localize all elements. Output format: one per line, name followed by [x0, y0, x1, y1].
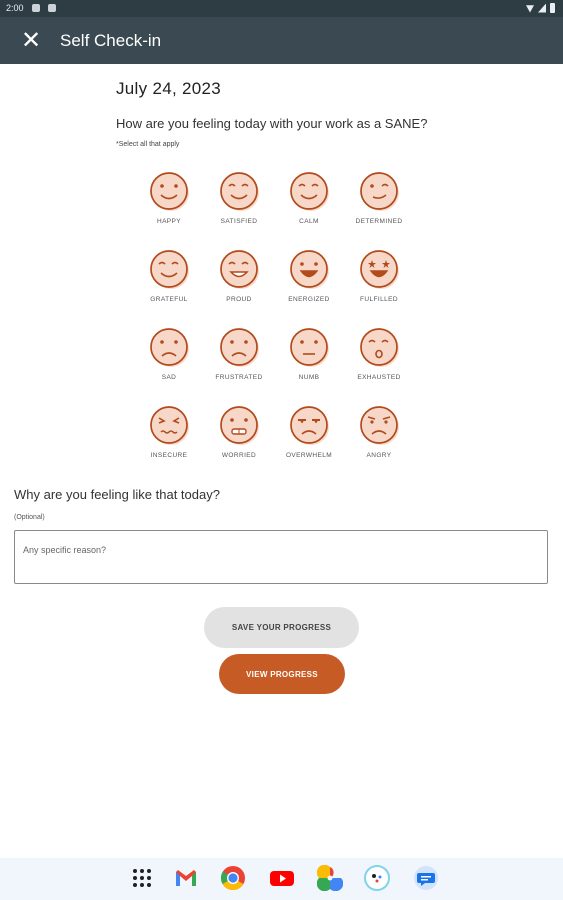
- frustrated-face-icon: [218, 326, 260, 368]
- emotion-label: DETERMINED: [355, 218, 403, 225]
- emotion-label: FRUSTRATED: [215, 374, 263, 381]
- emotion-label: INSECURE: [150, 452, 188, 459]
- emotion-energized[interactable]: ENERGIZED: [274, 248, 344, 326]
- select-hint: *Select all that apply: [116, 141, 180, 148]
- emotion-label: ANGRY: [366, 452, 392, 459]
- emotion-proud[interactable]: PROUD: [204, 248, 274, 326]
- emotion-satisfied[interactable]: SATISFIED: [204, 170, 274, 248]
- feeling-question: How are you feeling today with your work…: [116, 116, 428, 131]
- optional-label: (Optional): [14, 514, 45, 521]
- status-right: [526, 3, 555, 13]
- emotion-label: ENERGIZED: [288, 296, 330, 303]
- emotion-label: GRATEFUL: [150, 296, 188, 303]
- proud-face-icon: [218, 248, 260, 290]
- wifi-icon: [526, 5, 534, 13]
- emotion-label: SAD: [161, 374, 177, 381]
- emotion-happy[interactable]: HAPPY: [134, 170, 204, 248]
- exhausted-face-icon: [358, 326, 400, 368]
- emotion-worried[interactable]: WORRIED: [204, 404, 274, 482]
- satisfied-face-icon: [218, 170, 260, 212]
- view-progress-button[interactable]: VIEW PROGRESS: [219, 654, 345, 694]
- numb-face-icon: [288, 326, 330, 368]
- emotion-label: FULFILLED: [360, 296, 398, 303]
- emotion-overwhelm[interactable]: OVERWHELM: [274, 404, 344, 482]
- emotion-label: OVERWHELM: [285, 452, 333, 459]
- emotion-sad[interactable]: SAD: [134, 326, 204, 404]
- assistant-icon[interactable]: [364, 865, 390, 891]
- angry-face-icon: [358, 404, 400, 446]
- grateful-face-icon: [148, 248, 190, 290]
- taskbar-dock: [0, 858, 563, 900]
- emotion-grid: HAPPY SATISFIED CALM DETERMINED GRATEFUL…: [134, 170, 424, 482]
- status-time: 2:00: [6, 3, 24, 13]
- photos-icon[interactable]: [317, 865, 343, 891]
- app-bar: ✕ Self Check-in: [0, 17, 563, 64]
- emotion-fulfilled[interactable]: FULFILLED: [344, 248, 414, 326]
- emotion-label: EXHAUSTED: [357, 374, 401, 381]
- emotion-numb[interactable]: NUMB: [274, 326, 344, 404]
- emotion-label: NUMB: [298, 374, 320, 381]
- emotion-label: HAPPY: [156, 218, 182, 225]
- emotion-grateful[interactable]: GRATEFUL: [134, 248, 204, 326]
- checkin-date: July 24, 2023: [116, 79, 222, 98]
- emotion-angry[interactable]: ANGRY: [344, 404, 414, 482]
- emotion-label: WORRIED: [221, 452, 257, 459]
- energized-face-icon: [288, 248, 330, 290]
- determined-face-icon: [358, 170, 400, 212]
- page-title: Self Check-in: [60, 31, 162, 50]
- calm-face-icon: [288, 170, 330, 212]
- emotion-insecure[interactable]: INSECURE: [134, 404, 204, 482]
- overwhelm-face-icon: [288, 404, 330, 446]
- emotion-label: SATISFIED: [220, 218, 258, 225]
- emotion-label: PROUD: [226, 296, 252, 303]
- notification-icon: [32, 4, 40, 12]
- notification-icon: [48, 4, 56, 12]
- chrome-icon[interactable]: [220, 865, 246, 891]
- status-bar: 2:00: [0, 0, 563, 17]
- fulfilled-face-icon: [358, 248, 400, 290]
- close-icon[interactable]: ✕: [18, 28, 44, 54]
- gmail-icon[interactable]: [173, 865, 199, 891]
- happy-face-icon: [148, 170, 190, 212]
- emotion-label: CALM: [299, 218, 319, 225]
- reason-input[interactable]: [14, 530, 548, 584]
- worried-face-icon: [218, 404, 260, 446]
- save-progress-button[interactable]: SAVE YOUR PROGRESS: [204, 607, 359, 648]
- youtube-icon[interactable]: [269, 865, 295, 891]
- sad-face-icon: [148, 326, 190, 368]
- emotion-determined[interactable]: DETERMINED: [344, 170, 414, 248]
- reason-question: Why are you feeling like that today?: [14, 487, 220, 502]
- signal-icon: [538, 3, 546, 13]
- emotion-calm[interactable]: CALM: [274, 170, 344, 248]
- insecure-face-icon: [148, 404, 190, 446]
- messages-icon[interactable]: [413, 865, 439, 891]
- battery-icon: [550, 3, 555, 13]
- app-drawer-icon[interactable]: [129, 865, 155, 891]
- emotion-exhausted[interactable]: EXHAUSTED: [344, 326, 414, 404]
- emotion-frustrated[interactable]: FRUSTRATED: [204, 326, 274, 404]
